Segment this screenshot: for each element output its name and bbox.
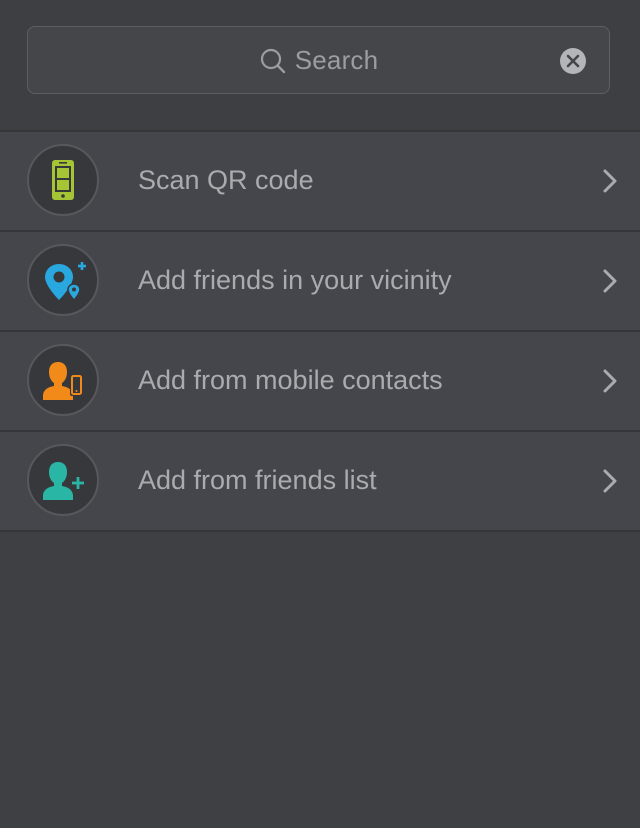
search-placeholder: Search	[294, 44, 379, 75]
qr-phone-icon	[27, 144, 99, 216]
location-add-icon	[27, 244, 99, 316]
menu-item-scan-qr-code[interactable]: Scan QR code	[0, 130, 640, 230]
menu-item-label: Scan QR code	[138, 165, 314, 195]
search-header: Search	[0, 0, 640, 130]
chevron-right-icon	[603, 369, 617, 393]
search-input-content[interactable]: Search	[28, 27, 609, 93]
menu-item-add-from-mobile-contacts[interactable]: Add from mobile contacts	[0, 330, 640, 430]
search-icon	[260, 48, 285, 74]
friend-add-icon	[27, 444, 99, 516]
menu-item-add-from-friends-list[interactable]: Add from friends list	[0, 430, 640, 532]
chevron-right-icon	[603, 469, 617, 493]
clear-icon[interactable]	[559, 47, 587, 75]
add-friends-menu: Scan QR code Add friends in your vicinit…	[0, 130, 640, 532]
contact-phone-icon	[27, 344, 99, 416]
menu-item-label: Add friends in your vicinity	[138, 265, 452, 295]
menu-item-add-friends-vicinity[interactable]: Add friends in your vicinity	[0, 230, 640, 330]
menu-item-label: Add from friends list	[138, 465, 377, 495]
search-input[interactable]: Search	[27, 26, 610, 94]
empty-content-area	[0, 534, 640, 828]
chevron-right-icon	[603, 169, 617, 193]
menu-item-label: Add from mobile contacts	[138, 365, 443, 395]
chevron-right-icon	[603, 269, 617, 293]
